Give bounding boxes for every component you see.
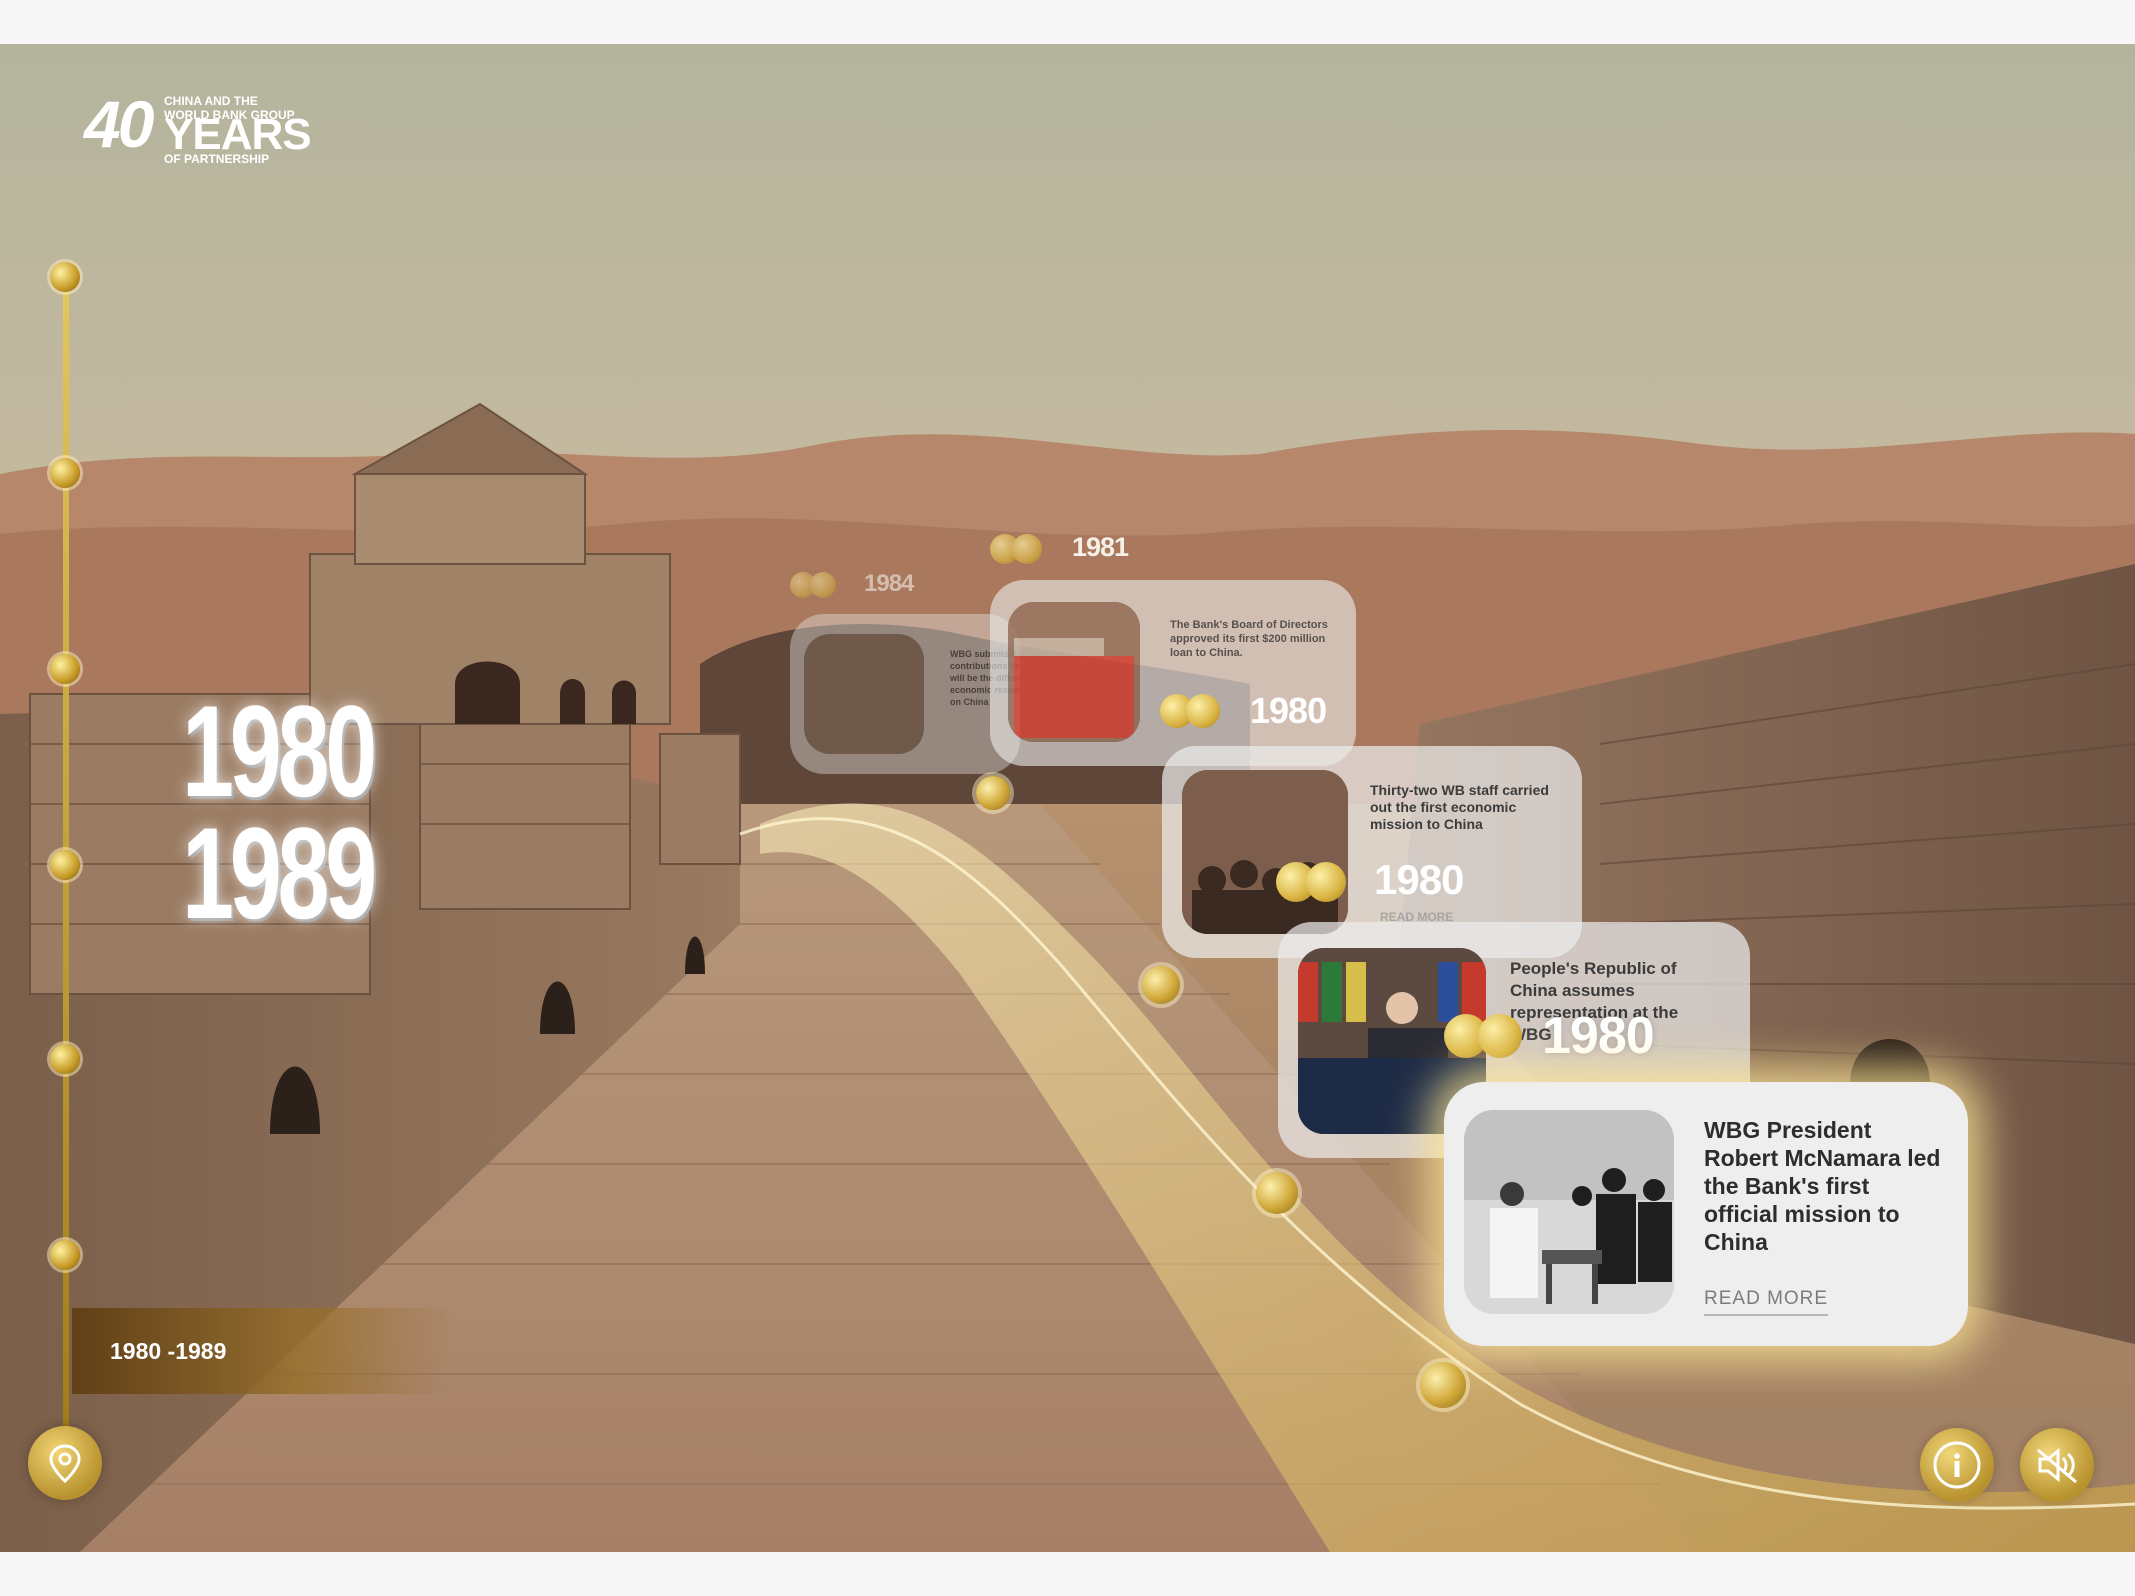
decade-dot-5[interactable]	[50, 1044, 80, 1074]
mcnamara-meeting-image	[1464, 1110, 1674, 1314]
mute-button[interactable]	[2020, 1428, 2094, 1502]
logo-line-1: CHINA AND THE	[164, 94, 258, 108]
economic-mission-text: Thirty-two WB staff carried out the firs…	[1370, 782, 1549, 832]
info-icon	[1933, 1441, 1981, 1489]
current-decade-label[interactable]: 1980 -1989	[72, 1308, 452, 1394]
decade-end-year: 1989	[182, 800, 377, 946]
year-label-prc-representation: 1980	[1542, 1007, 1655, 1065]
decade-dot-3[interactable]	[50, 654, 80, 684]
economic-mission-photo	[1182, 770, 1348, 934]
year-marker-1981[interactable]	[990, 534, 1050, 564]
year-label-card-1981: 1980	[1250, 690, 1327, 731]
year-marker-card-1981[interactable]	[1160, 694, 1230, 728]
china-wbg-40-years-logo[interactable]: 40 CHINA AND THE WORLD BANK GROUP YEARS …	[84, 46, 324, 166]
featured-event-title: WBG President Robert McNamara led the Ba…	[1704, 1117, 1941, 1255]
year-label-1981: 1981	[1072, 532, 1129, 562]
card-1981-text: The Bank's Board of Directors approved i…	[1170, 619, 1328, 659]
location-button[interactable]	[28, 1426, 102, 1500]
loan-document-image	[1008, 602, 1140, 742]
year-marker-1984[interactable]	[790, 572, 840, 598]
path-waypoint-3[interactable]	[1256, 1172, 1298, 1214]
decade-dot-4[interactable]	[50, 850, 80, 880]
year-marker-prc-representation[interactable]	[1444, 1014, 1528, 1058]
decade-dot-6[interactable]	[50, 1240, 80, 1270]
current-decade-text: 1980 -1989	[110, 1338, 227, 1364]
path-waypoint-2[interactable]	[1142, 966, 1180, 1004]
featured-event-photo	[1464, 1110, 1674, 1314]
timeline-card-1981[interactable]: The Bank's Board of Directors approved i…	[990, 580, 1356, 766]
decade-dot-1[interactable]	[50, 262, 80, 292]
featured-read-more-link[interactable]: READ MORE	[1704, 1288, 1829, 1316]
speaker-muted-icon	[2037, 1447, 2077, 1484]
card-1981-photo	[1008, 602, 1140, 742]
decade-start-year: 1980	[182, 678, 377, 824]
map-pin-icon	[49, 1444, 81, 1484]
group-photo-image	[1182, 770, 1348, 934]
year-label-1984: 1984	[864, 570, 914, 597]
year-marker-economic-mission[interactable]	[1276, 862, 1354, 902]
featured-event-card[interactable]: WBG President Robert McNamara led the Ba…	[1444, 1082, 1968, 1346]
logo-line-3: OF PARTNERSHIP	[164, 152, 270, 166]
path-waypoint-4[interactable]	[1420, 1362, 1466, 1408]
logo-number: 40	[84, 87, 154, 161]
path-waypoint-1[interactable]	[976, 776, 1010, 810]
info-button[interactable]	[1920, 1428, 1994, 1502]
timeline-card-1984[interactable]: WBG submits its contributions to China t…	[790, 614, 1020, 774]
card-1984-photo	[804, 634, 924, 754]
year-label-economic-mission: 1980	[1374, 856, 1464, 903]
decade-dot-2[interactable]	[50, 458, 80, 488]
